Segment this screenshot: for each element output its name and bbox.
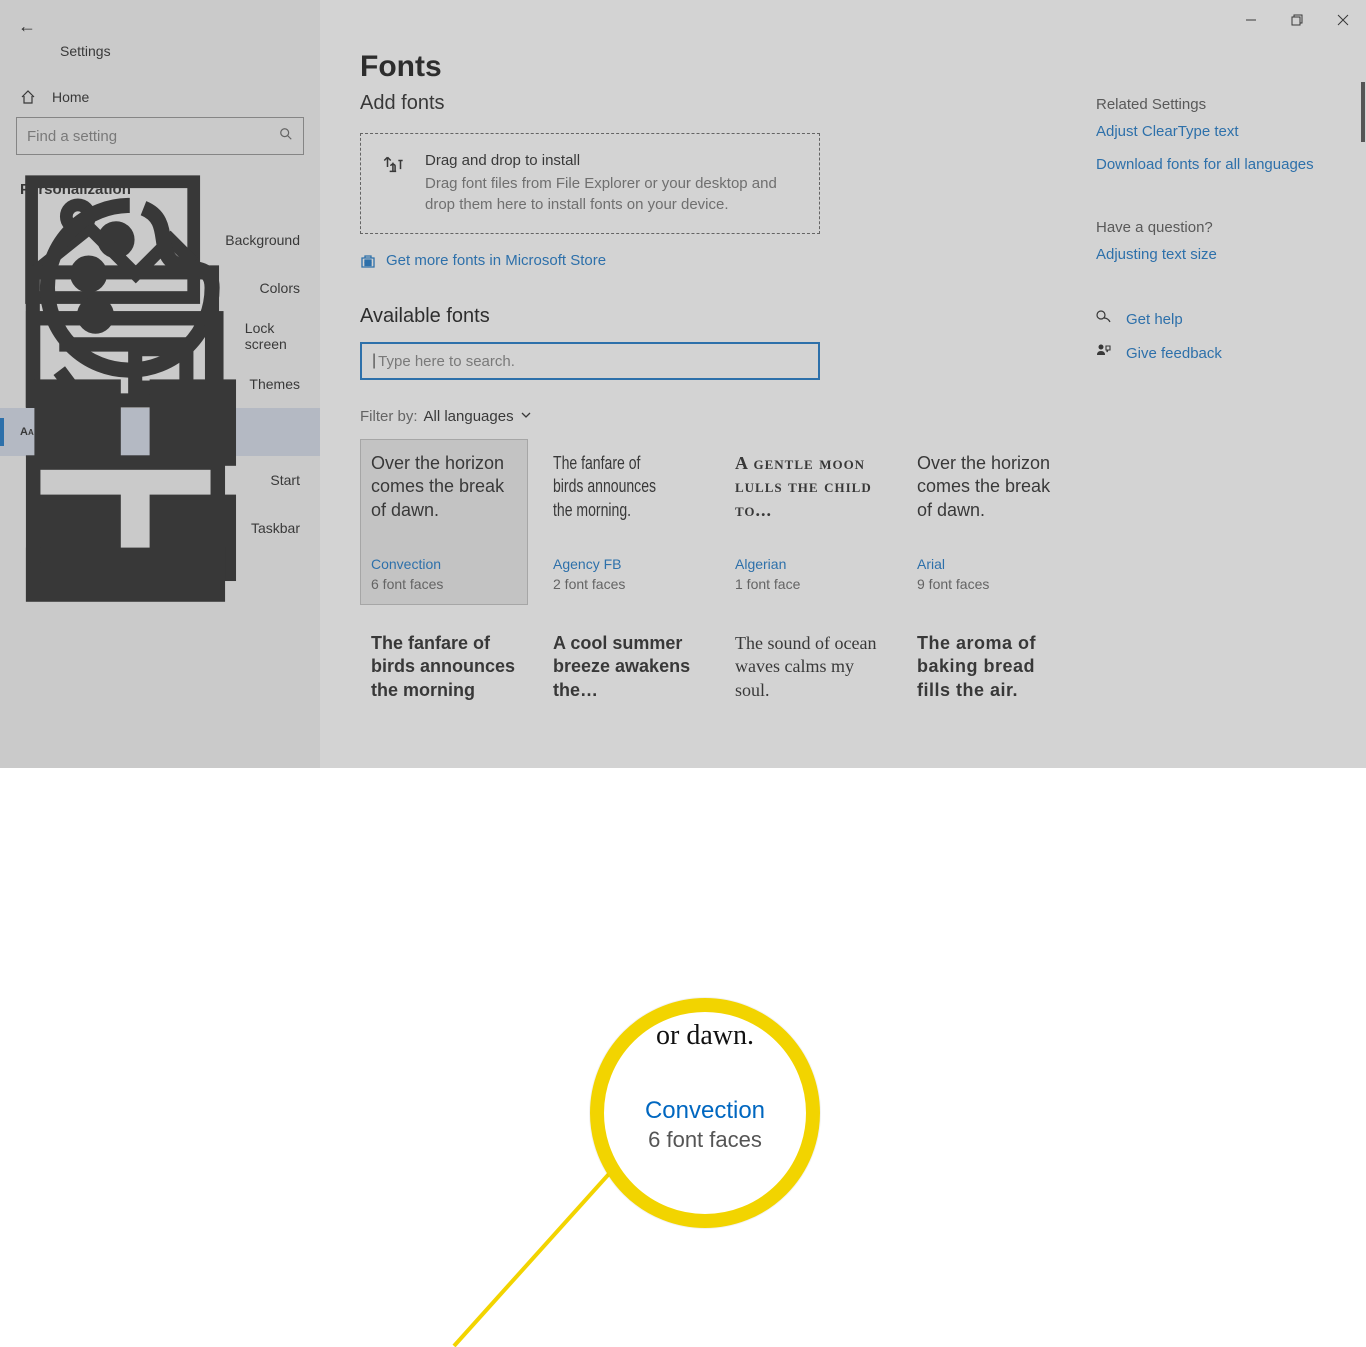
dropzone-desc: Drag font files from File Explorer or yo… xyxy=(425,173,799,215)
close-button[interactable] xyxy=(1320,0,1366,40)
page-title: Fonts xyxy=(360,50,1326,84)
get-help-label: Get help xyxy=(1126,311,1183,328)
sidebar-item-label: Taskbar xyxy=(251,520,300,536)
font-sample: The aroma of baking bread fills the air. xyxy=(917,632,1063,728)
callout-font-name: Convection xyxy=(645,1097,765,1125)
font-name: Agency FB xyxy=(553,556,699,572)
dropzone-icon xyxy=(381,154,407,185)
font-name: Convection xyxy=(371,556,517,572)
chevron-down-icon xyxy=(520,408,532,425)
font-sample: The fanfare of birds announces the morni… xyxy=(371,632,517,728)
font-search-input[interactable] xyxy=(378,353,808,370)
sidebar-item-label: Start xyxy=(270,472,300,488)
font-sample: The sound of ocean waves calms my soul. xyxy=(735,632,881,728)
callout-font-faces: 6 font faces xyxy=(648,1127,762,1153)
window-title: Settings xyxy=(0,41,320,77)
get-help[interactable]: Get help xyxy=(1096,309,1336,329)
store-icon xyxy=(360,253,376,269)
dropzone[interactable]: Drag and drop to install Drag font files… xyxy=(360,133,820,234)
sidebar: ← Settings Home Personalization Backgrou… xyxy=(0,0,320,768)
font-grid: Over the horizon comes the break of dawn… xyxy=(360,439,1072,749)
main-content: Fonts Add fonts Drag and drop to install… xyxy=(320,0,1366,768)
sidebar-item-label: Themes xyxy=(249,376,300,392)
help-icon xyxy=(1096,309,1112,329)
font-card-convection[interactable]: Over the horizon comes the break of dawn… xyxy=(360,439,528,605)
font-faces: 2 font faces xyxy=(553,576,699,592)
font-card-row2-1[interactable]: The fanfare of birds announces the morni… xyxy=(360,619,528,749)
font-sample: Over the horizon comes the break of dawn… xyxy=(371,452,517,548)
minimize-button[interactable] xyxy=(1228,0,1274,40)
font-faces: 9 font faces xyxy=(917,576,1063,592)
maximize-button[interactable] xyxy=(1274,0,1320,40)
give-feedback-label: Give feedback xyxy=(1126,345,1222,362)
font-card-agencyfb[interactable]: The fanfare of birds announces the morni… xyxy=(542,439,710,605)
filter-dropdown[interactable]: Filter by: All languages xyxy=(360,408,1326,425)
search-icon xyxy=(279,127,293,146)
font-faces: 6 font faces xyxy=(371,576,517,592)
font-name: Arial xyxy=(917,556,1063,572)
font-card-row2-4[interactable]: The aroma of baking bread fills the air. xyxy=(906,619,1074,749)
font-card-row2-2[interactable]: A cool summer breeze awakens the… xyxy=(542,619,710,749)
font-name: Algerian xyxy=(735,556,881,572)
store-link-label: Get more fonts in Microsoft Store xyxy=(386,252,606,269)
font-sample: A cool summer breeze awakens the… xyxy=(553,632,699,728)
home-icon xyxy=(20,89,36,105)
scrollbar-thumb[interactable] xyxy=(1361,82,1365,142)
sidebar-item-label: Lock screen xyxy=(245,320,300,352)
sidebar-item-label: Colors xyxy=(260,280,300,296)
sidebar-item-taskbar[interactable]: Taskbar xyxy=(0,504,320,552)
callout-topclip: or dawn. xyxy=(656,1020,754,1052)
home-nav[interactable]: Home xyxy=(0,77,320,117)
question-heading: Have a question? xyxy=(1096,219,1336,236)
settings-search-input[interactable] xyxy=(27,128,279,145)
settings-app: ← Settings Home Personalization Backgrou… xyxy=(0,0,1366,768)
font-sample: A gentle moon lulls the child to... xyxy=(735,452,881,548)
home-label: Home xyxy=(52,89,89,105)
font-card-algerian[interactable]: A gentle moon lulls the child to... Alge… xyxy=(724,439,892,605)
font-sample: Over the horizon comes the break of dawn… xyxy=(917,452,1063,548)
link-cleartype[interactable]: Adjust ClearType text xyxy=(1096,123,1336,140)
related-settings-heading: Related Settings xyxy=(1096,96,1336,113)
feedback-icon xyxy=(1096,343,1112,363)
filter-value: All languages xyxy=(424,408,514,425)
font-card-row2-3[interactable]: The sound of ocean waves calms my soul. xyxy=(724,619,892,749)
dropzone-title: Drag and drop to install xyxy=(425,152,799,169)
window-controls xyxy=(1228,0,1366,40)
back-button[interactable]: ← xyxy=(18,16,36,36)
give-feedback[interactable]: Give feedback xyxy=(1096,343,1336,363)
font-search[interactable]: | xyxy=(360,342,820,380)
font-faces: 1 font face xyxy=(735,576,881,592)
taskbar-icon xyxy=(20,423,231,634)
link-adjust-text-size[interactable]: Adjusting text size xyxy=(1096,246,1336,263)
font-sample: The fanfare of birds announces the morni… xyxy=(553,452,667,548)
font-card-arial[interactable]: Over the horizon comes the break of dawn… xyxy=(906,439,1074,605)
right-column: Related Settings Adjust ClearType text D… xyxy=(1096,96,1336,377)
filter-label: Filter by: xyxy=(360,408,418,425)
link-download-fonts[interactable]: Download fonts for all languages xyxy=(1096,156,1336,173)
